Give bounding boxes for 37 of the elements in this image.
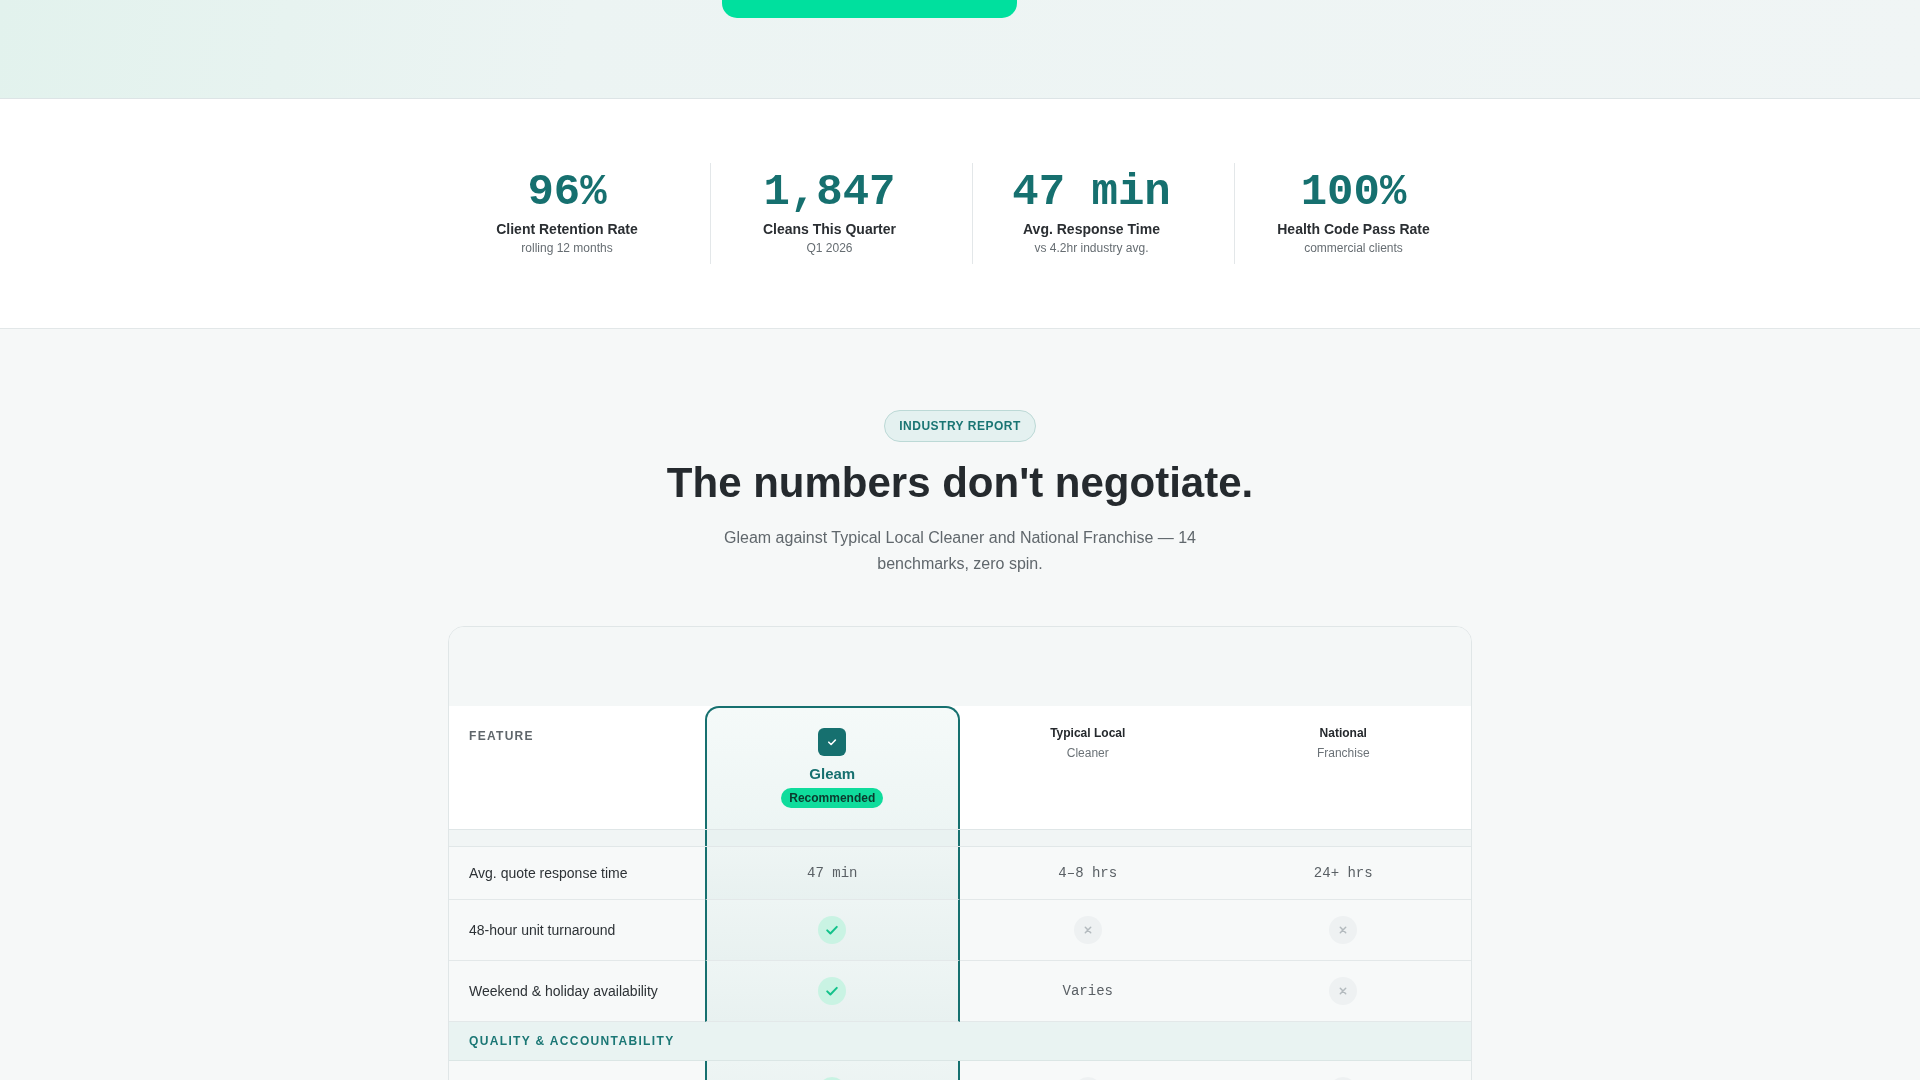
section-subtitle: Gleam against Typical Local Cleaner and National Franchise — 14 benchmarks, zero spin.: [723, 528, 1197, 574]
metric-value: 24+ hrs: [1313, 864, 1373, 883]
stat-value: 47 min: [1012, 168, 1171, 216]
feature-name: Avg. quote response time: [469, 864, 628, 883]
stat-note: vs 4.2hr industry avg.: [1034, 240, 1149, 256]
column-title: National: [1319, 726, 1367, 741]
section-title: The numbers don't negotiate.: [666, 458, 1254, 508]
column-title: Typical Local: [1050, 726, 1126, 741]
cta-button[interactable]: [722, 0, 1017, 18]
cross-icon: [1329, 916, 1358, 944]
column-subtitle: Franchise: [1316, 745, 1370, 761]
brand-name: Gleam: [809, 765, 856, 783]
stat-note: Q1 2026: [806, 240, 853, 256]
stat-note: commercial clients: [1304, 240, 1403, 256]
section-tag: INDUSTRY REPORT: [884, 410, 1036, 442]
stat-value: 1,847: [763, 168, 896, 216]
metric-value: 4–8 hrs: [1058, 864, 1118, 883]
recommended-tag: Recommended: [781, 788, 884, 808]
column-header: FEATURE: [469, 729, 534, 743]
cross-icon: [1073, 916, 1102, 944]
metric-value: 47 min: [807, 864, 858, 883]
check-icon: [818, 916, 847, 944]
check-icon: [818, 977, 847, 1005]
check-icon: [818, 728, 847, 756]
column-subtitle: Cleaner: [1066, 745, 1109, 761]
stat-value: 100%: [1300, 168, 1407, 216]
stat-label: Cleans This Quarter: [762, 220, 896, 238]
feature-name: Weekend & holiday availability: [469, 982, 658, 1001]
stat-label: Health Code Pass Rate: [1277, 220, 1430, 238]
stat-label: Avg. Response Time: [1023, 220, 1160, 238]
stat-label: Client Retention Rate: [496, 220, 638, 238]
stat-note: rolling 12 months: [521, 240, 613, 256]
cross-icon: [1329, 977, 1358, 1005]
stat-value: 96%: [527, 168, 607, 216]
metric-value: Varies: [1062, 982, 1113, 1001]
category-header: QUALITY & ACCOUNTABILITY: [449, 1022, 1471, 1061]
feature-name: 48-hour unit turnaround: [469, 921, 616, 940]
